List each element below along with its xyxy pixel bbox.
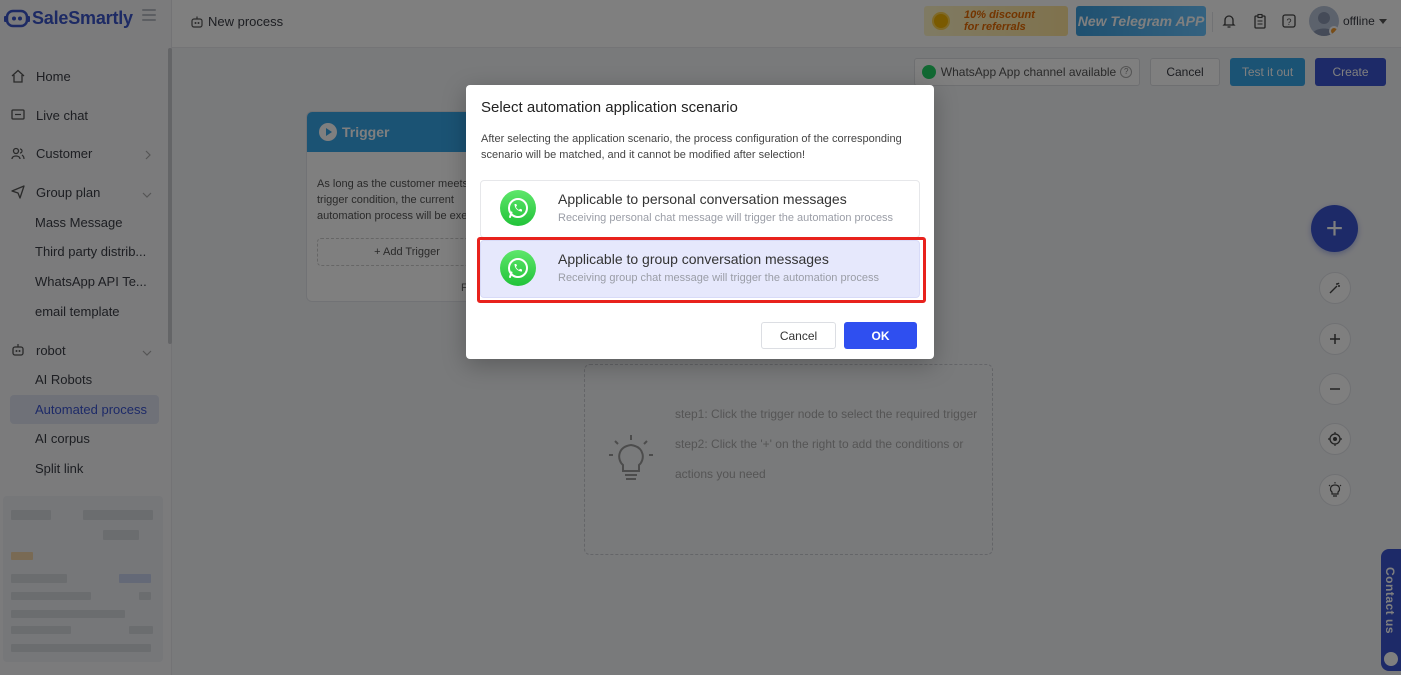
option-subtitle: Receiving personal chat message will tri… (558, 212, 894, 224)
option-personal-conversation[interactable]: Applicable to personal conversation mess… (480, 180, 920, 238)
dialog-cancel-button[interactable]: Cancel (761, 322, 836, 349)
selection-highlight-box (477, 237, 926, 303)
option-title: Applicable to personal conversation mess… (558, 191, 847, 207)
dialog-title: Select automation application scenario (481, 99, 738, 116)
scenario-dialog: Select automation application scenario A… (466, 85, 934, 359)
whatsapp-icon (500, 190, 536, 226)
dialog-description: After selecting the application scenario… (481, 133, 902, 161)
dialog-ok-button[interactable]: OK (844, 322, 917, 349)
